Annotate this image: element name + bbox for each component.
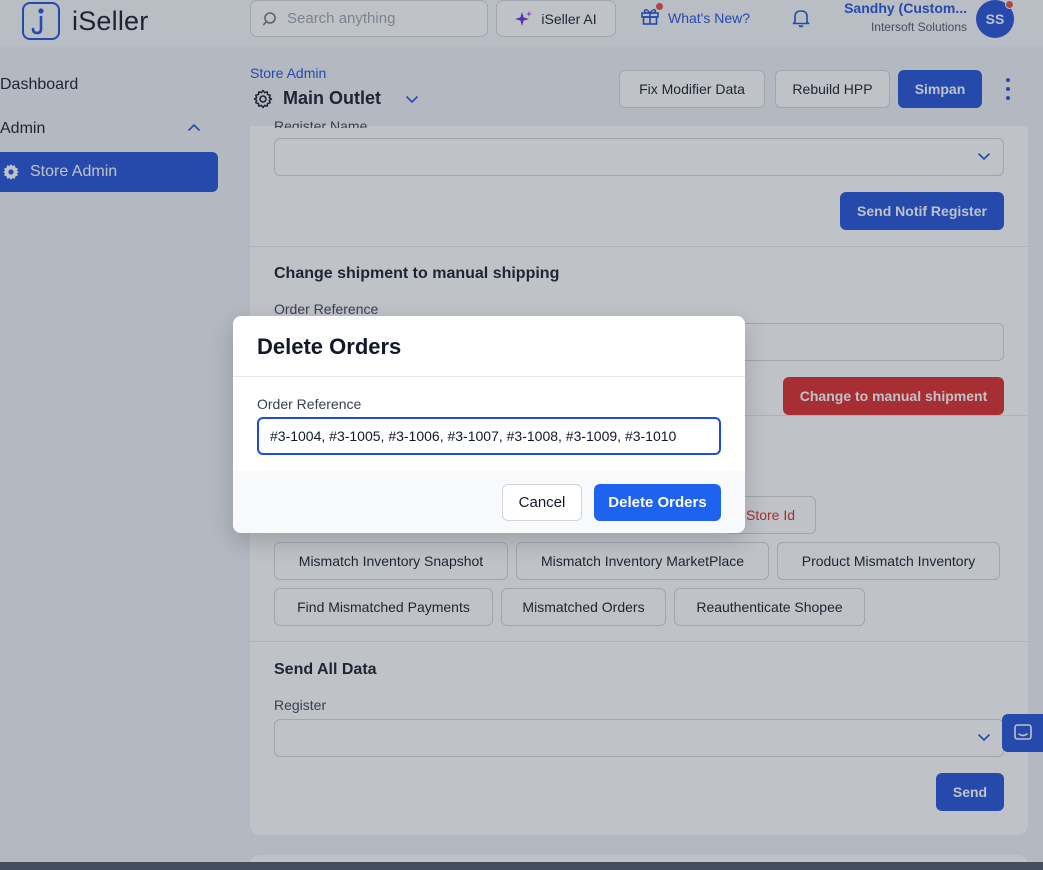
order-reference-label: Order Reference	[257, 396, 362, 412]
cancel-button[interactable]: Cancel	[502, 484, 582, 521]
dialog-title: Delete Orders	[233, 316, 745, 377]
cancel-label: Cancel	[518, 494, 566, 511]
delete-orders-button[interactable]: Delete Orders	[594, 484, 721, 521]
dialog-body: Order Reference	[233, 377, 745, 471]
dialog-footer: Cancel Delete Orders	[233, 471, 745, 533]
order-reference-field[interactable]	[257, 417, 721, 455]
delete-orders-dialog: Delete Orders Order Reference Cancel Del…	[233, 316, 745, 533]
delete-orders-label: Delete Orders	[608, 494, 707, 511]
